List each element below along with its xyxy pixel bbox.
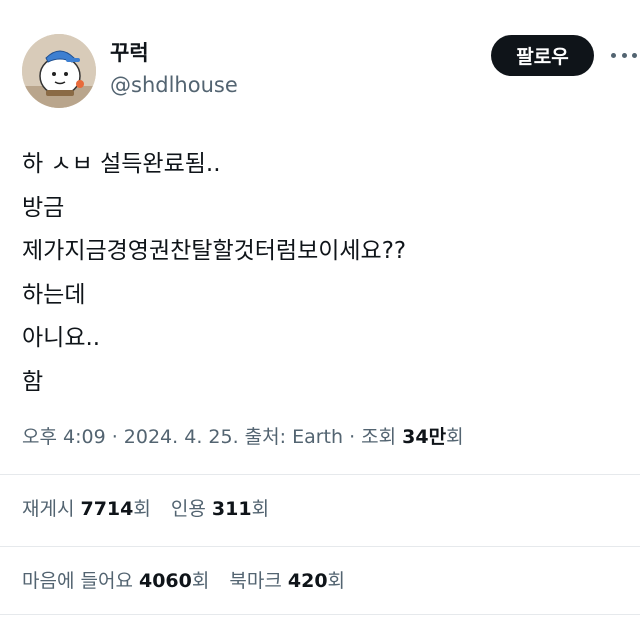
views-unit: 회: [446, 426, 464, 448]
tweet-line: 제가지금경영권찬탈할것터럼보이세요??: [22, 238, 407, 264]
likes-stat[interactable]: 마음에 들어요 4060회: [22, 566, 209, 596]
engagement-row-1: 재게시 7714회 인용 311회: [22, 494, 283, 524]
dot: [632, 52, 637, 58]
dot: [611, 52, 616, 58]
divider: [0, 474, 640, 475]
follow-button[interactable]: 팔로우: [491, 35, 594, 76]
source-name[interactable]: Earth: [292, 426, 343, 448]
dot: [621, 52, 627, 58]
stat-label: 인용: [170, 498, 212, 520]
tweet-line: 방금: [22, 194, 65, 221]
divider: [0, 614, 640, 615]
separator: ·: [105, 426, 124, 448]
tweet-date[interactable]: 2024. 4. 25.: [124, 426, 239, 448]
stat-value: 4060: [138, 570, 192, 592]
retweets-stat[interactable]: 재게시 7714회: [22, 494, 151, 524]
stat-value: 420: [287, 570, 328, 592]
author-handle[interactable]: @shdlhouse: [110, 71, 238, 99]
divider: [0, 546, 640, 547]
stat-label: 북마크: [229, 570, 288, 592]
more-dots-icon[interactable]: [611, 46, 637, 64]
tweet-time[interactable]: 오후 4:09: [22, 426, 106, 448]
stat-label: 마음에 들어요: [22, 570, 139, 592]
engagement-row-2: 마음에 들어요 4060회 북마크 420회: [22, 566, 359, 596]
stat-label: 재게시: [22, 498, 81, 520]
bookmarks-stat[interactable]: 북마크 420회: [229, 566, 345, 596]
tweet-text: 하 ㅅㅂ 설득완료됨.. 방금 제가지금경영권찬탈할것터럼보이세요?? 하는데 …: [22, 143, 622, 404]
views-label: 조회: [361, 426, 403, 448]
tweet-line: 하는데: [22, 281, 86, 308]
quotes-stat[interactable]: 인용 311회: [171, 494, 269, 524]
stat-value: 311: [211, 498, 252, 520]
stat-unit: 회: [133, 498, 151, 520]
stat-value: 7714: [80, 498, 134, 520]
source-label: 출처:: [238, 426, 293, 448]
views-count: 34만: [402, 426, 447, 448]
tweet-line: 하 ㅅㅂ 설득완료됨..: [22, 151, 221, 177]
cartoon-avatar-icon: [22, 34, 96, 108]
tweet-meta: 오후 4:09 · 2024. 4. 25. 출처: Earth · 조회 34…: [22, 422, 464, 452]
author-display-name[interactable]: 꾸럭: [110, 40, 149, 66]
tweet-line: 함: [22, 368, 44, 395]
stat-unit: 회: [191, 570, 210, 592]
separator: ·: [343, 426, 362, 448]
avatar[interactable]: [22, 34, 96, 108]
stat-unit: 회: [251, 498, 270, 520]
stat-unit: 회: [327, 570, 346, 592]
tweet-line: 아니요..: [22, 325, 101, 351]
